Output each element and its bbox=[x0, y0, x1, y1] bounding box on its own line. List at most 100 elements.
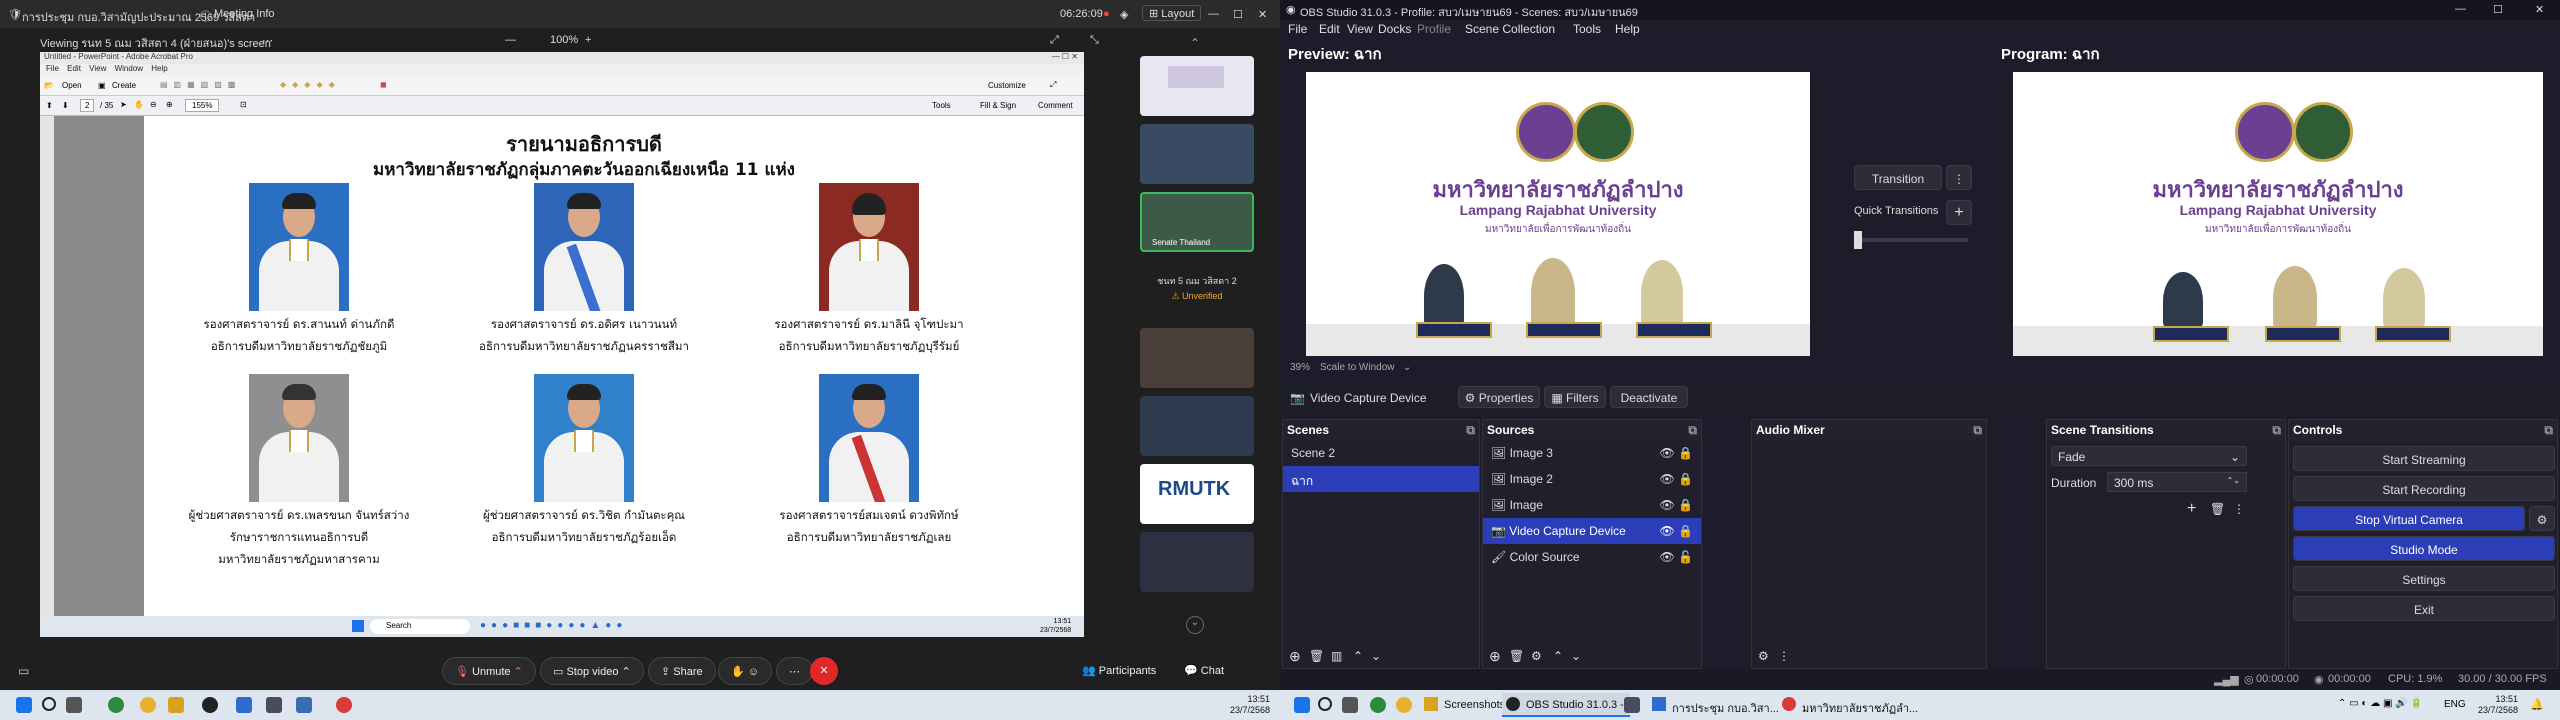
tray-icons[interactable]: ⌃ ▭ ◐ ☁ ▣ 🔊 🔋 bbox=[2338, 698, 2423, 709]
visibility-lock-icons[interactable]: 👁 🔒 bbox=[1659, 472, 1693, 486]
meeting-info-link[interactable]: Meeting Info bbox=[214, 8, 275, 20]
participant-tile[interactable] bbox=[1140, 328, 1254, 388]
share-options-icon[interactable]: ⋯ bbox=[262, 34, 273, 47]
add-quick-transition-button[interactable]: + bbox=[1946, 200, 1972, 225]
remove-scene-icon[interactable]: 🗑 bbox=[1309, 649, 1324, 663]
search-icon[interactable] bbox=[42, 697, 56, 711]
comment-tab[interactable]: Comment bbox=[1038, 101, 1073, 110]
create-button[interactable]: Create bbox=[112, 81, 136, 90]
visibility-lock-icons[interactable]: 👁 🔒 bbox=[1659, 498, 1693, 512]
hand-tool-icon[interactable]: ✋ bbox=[134, 100, 144, 109]
stop-virtual-camera-button[interactable]: Stop Virtual Camera bbox=[2293, 506, 2525, 531]
filters-button[interactable]: ▦ Filters bbox=[1544, 386, 1606, 408]
visibility-lock-icons[interactable]: 👁 🔓 bbox=[1659, 550, 1693, 564]
acrobat-menu-help[interactable]: Help bbox=[151, 64, 167, 73]
create-icon[interactable]: ▣ bbox=[98, 81, 106, 90]
obs-maximize-button[interactable]: ☐ bbox=[2493, 3, 2503, 16]
taskbar-app-icon[interactable] bbox=[296, 697, 312, 713]
visibility-lock-icons[interactable]: 👁 🔒 bbox=[1659, 446, 1693, 460]
close-button[interactable]: ✕ bbox=[1258, 8, 1267, 21]
search-icon[interactable] bbox=[1318, 697, 1332, 711]
move-down-icon[interactable]: ⌄ bbox=[1371, 649, 1381, 663]
start-streaming-button[interactable]: Start Streaming bbox=[2293, 446, 2555, 471]
transition-button[interactable]: Transition bbox=[1854, 165, 1942, 190]
participant-tile-active[interactable]: Senate Thailand bbox=[1140, 192, 1254, 252]
fill-sign-tab[interactable]: Fill & Sign bbox=[980, 101, 1016, 110]
move-down-icon[interactable]: ⌄ bbox=[1571, 649, 1581, 663]
maximize-button[interactable]: ☐ bbox=[1233, 8, 1243, 21]
zoom-out-icon[interactable]: ⊖ bbox=[150, 100, 157, 109]
unmute-button[interactable]: 🎙 Unmute ⌃ bbox=[442, 657, 536, 685]
remove-source-icon[interactable]: 🗑 bbox=[1509, 649, 1524, 663]
transition-slider-handle[interactable] bbox=[1854, 231, 1862, 249]
acrobat-menu-edit[interactable]: Edit bbox=[67, 64, 81, 73]
chrome-icon[interactable] bbox=[140, 697, 156, 713]
acrobat-comment-tools[interactable]: ◆◆◆◆◆ bbox=[280, 80, 341, 89]
notification-icon[interactable]: 🔔 bbox=[2530, 698, 2544, 711]
tools-tab[interactable]: Tools bbox=[932, 101, 951, 110]
minimize-button[interactable]: — bbox=[1208, 8, 1219, 20]
transition-properties-icon[interactable]: ⋮ bbox=[2233, 502, 2245, 516]
source-item[interactable]: 🖼 Image 3 👁 🔒 bbox=[1483, 440, 1701, 466]
participant-tile[interactable] bbox=[1140, 396, 1254, 456]
fit-page-icon[interactable]: ⊡ bbox=[240, 100, 247, 109]
info-icon[interactable]: ⓘ bbox=[200, 8, 211, 24]
chrome-icon[interactable] bbox=[1396, 697, 1412, 713]
fullscreen-icon[interactable]: ⤢ bbox=[1050, 34, 1059, 47]
obs-menu-file[interactable]: File bbox=[1288, 22, 1307, 36]
taskbar-app-screenshots[interactable]: Screenshots bbox=[1420, 693, 1511, 717]
remove-transition-icon[interactable]: 🗑 bbox=[2210, 502, 2225, 516]
scale-to-window[interactable]: Scale to Window ⌄ bbox=[1320, 362, 1411, 373]
obs-close-button[interactable]: ✕ bbox=[2535, 3, 2544, 16]
stepper-icon[interactable]: ⌃⌄ bbox=[2227, 476, 2240, 485]
acrobat-sign-icon[interactable]: ◼ bbox=[380, 80, 387, 89]
record-icon[interactable]: ● bbox=[1103, 8, 1110, 20]
participant-tile[interactable] bbox=[1140, 532, 1254, 592]
dock-float-icon[interactable]: ⧉ bbox=[1466, 423, 1475, 438]
exit-button[interactable]: Exit bbox=[2293, 596, 2555, 621]
dock-float-icon[interactable]: ⧉ bbox=[2272, 423, 2281, 438]
scene-item[interactable]: Scene 2 bbox=[1283, 440, 1479, 466]
participant-tile[interactable]: RMUTK bbox=[1140, 464, 1254, 524]
open-folder-icon[interactable]: 📂 bbox=[44, 81, 54, 90]
dock-float-icon[interactable]: ⧉ bbox=[1688, 423, 1697, 438]
add-transition-icon[interactable]: + bbox=[2187, 500, 2196, 518]
preview-zoom-value[interactable]: 39% bbox=[1290, 362, 1310, 373]
transition-slider[interactable] bbox=[1854, 231, 1968, 249]
windows-start-icon[interactable] bbox=[1294, 697, 1310, 713]
taskbar-search-box[interactable]: Search bbox=[370, 619, 470, 634]
select-tool-icon[interactable]: ➤ bbox=[120, 100, 127, 109]
studio-mode-button[interactable]: Studio Mode bbox=[2293, 536, 2555, 561]
reactions-button[interactable]: ✋ ☺ bbox=[718, 657, 772, 685]
source-item-selected[interactable]: 📷 Video Capture Device 👁 🔒 bbox=[1483, 518, 1701, 544]
task-view-icon[interactable] bbox=[66, 697, 82, 713]
edge-icon[interactable] bbox=[108, 697, 124, 713]
start-recording-button[interactable]: Start Recording bbox=[2293, 476, 2555, 501]
edge-icon[interactable] bbox=[1370, 697, 1386, 713]
source-item[interactable]: 🖌 Color Source 👁 🔓 bbox=[1483, 544, 1701, 570]
transition-menu-button[interactable]: ⋮ bbox=[1946, 165, 1972, 190]
dock-float-icon[interactable]: ⧉ bbox=[2544, 423, 2553, 438]
windows-start-icon[interactable] bbox=[16, 697, 32, 713]
layout-button[interactable]: ⊞ Layout bbox=[1142, 5, 1202, 21]
move-up-icon[interactable]: ⌃ bbox=[1553, 649, 1563, 663]
deactivate-button[interactable]: Deactivate bbox=[1610, 386, 1688, 408]
acrobat-quick-tools[interactable]: ▤▥▦▧▨▩ bbox=[160, 80, 241, 89]
taskbar-pinned-apps[interactable]: ●●●■■■●●●●▲●● bbox=[480, 620, 627, 631]
file-explorer-icon[interactable] bbox=[168, 697, 184, 713]
strip-down-arrow[interactable]: ⌄ bbox=[1186, 616, 1204, 634]
participants-button[interactable]: 👥 Participants bbox=[1082, 664, 1156, 677]
more-button[interactable]: ⋯ bbox=[776, 657, 813, 685]
chat-button[interactable]: 💬 Chat bbox=[1184, 664, 1224, 677]
acrobat-menu-file[interactable]: File bbox=[46, 64, 59, 73]
collapse-strip-icon[interactable]: ⤡ bbox=[1090, 34, 1099, 47]
acrobat-document-area[interactable]: รายนามอธิการบดี มหาวิทยาลัยราชภัฏกลุ่มภา… bbox=[54, 116, 1079, 616]
obs-menu-docks[interactable]: Docks bbox=[1378, 22, 1411, 36]
taskbar-clock[interactable]: 13:51 23/7/2568 bbox=[2478, 694, 2518, 716]
add-source-icon[interactable]: ⊕ bbox=[1489, 648, 1501, 665]
participant-tile[interactable] bbox=[1140, 124, 1254, 184]
participant-tile[interactable] bbox=[1140, 56, 1254, 116]
task-view-icon[interactable] bbox=[1342, 697, 1358, 713]
settings-button[interactable]: Settings bbox=[2293, 566, 2555, 591]
dock-float-icon[interactable]: ⧉ bbox=[1973, 423, 1982, 438]
